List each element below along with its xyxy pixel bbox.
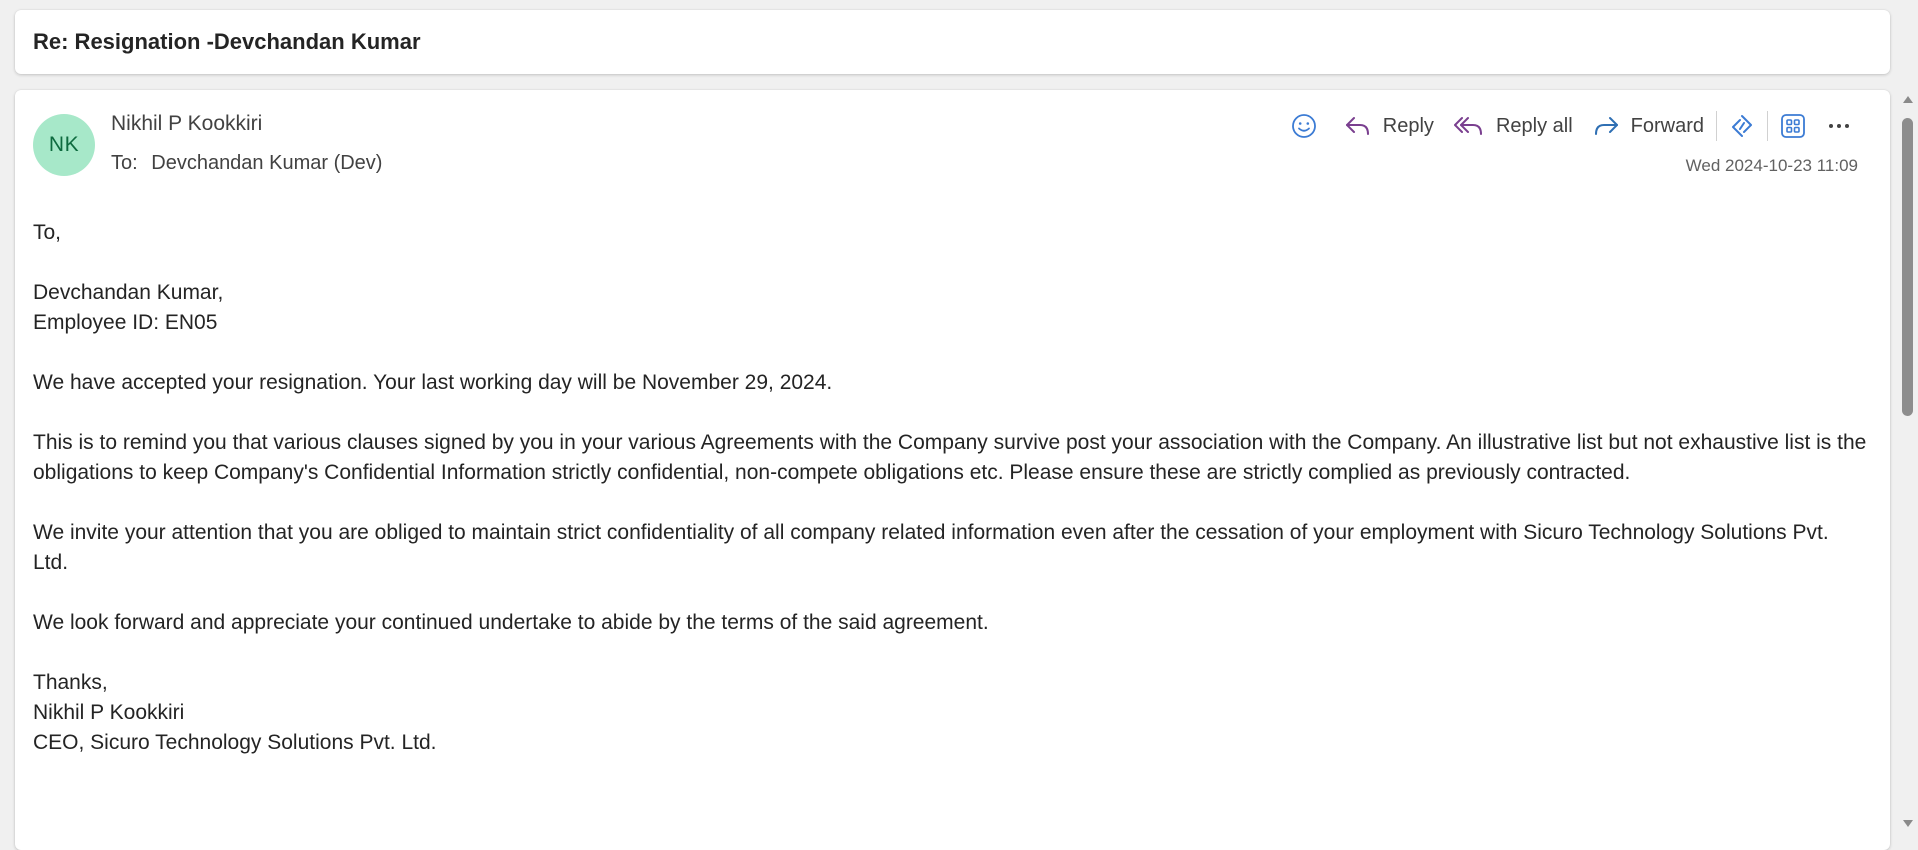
signature-name: Nikhil P Kookkiri	[33, 701, 185, 724]
sender-avatar[interactable]: NK	[33, 114, 95, 176]
scrollbar-thumb[interactable]	[1902, 118, 1913, 416]
forward-arrow-icon	[1593, 115, 1619, 137]
reply-all-button[interactable]: Reply all	[1444, 106, 1583, 146]
body-signoff: Thanks,	[33, 671, 108, 694]
message-card: NK Nikhil P Kookkiri To: Devchandan Kuma…	[15, 90, 1890, 850]
body-employee-id: Employee ID: EN05	[33, 311, 218, 334]
body-paragraph-2: This is to remind you that various claus…	[33, 431, 1867, 484]
emoji-reaction-button[interactable]	[1281, 106, 1327, 146]
vertical-scrollbar[interactable]	[1898, 90, 1918, 831]
recipient-line: To: Devchandan Kumar (Dev)	[111, 152, 382, 175]
body-paragraph-1: We have accepted your resignation. Your …	[33, 371, 833, 394]
body-recipient-name: Devchandan Kumar,	[33, 281, 224, 304]
more-dots-icon	[1826, 113, 1852, 139]
more-actions-button[interactable]	[1816, 106, 1862, 146]
email-subject: Re: Resignation -Devchandan Kumar	[33, 29, 421, 54]
to-label: To:	[111, 152, 138, 174]
scroll-up-arrow-icon[interactable]	[1903, 96, 1913, 103]
forward-button[interactable]: Forward	[1583, 106, 1714, 146]
action-divider	[1767, 111, 1768, 141]
smiley-icon	[1291, 113, 1317, 139]
message-actions: Reply Reply all Forward	[1281, 106, 1862, 146]
reply-label: Reply	[1382, 114, 1434, 137]
loop-button[interactable]	[1719, 106, 1765, 146]
reply-all-arrow-icon	[1453, 115, 1484, 137]
body-paragraph-4: We look forward and appreciate your cont…	[33, 611, 989, 634]
signature-title: CEO, Sicuro Technology Solutions Pvt. Lt…	[33, 731, 437, 754]
loop-icon	[1729, 113, 1755, 139]
body-paragraph-3: We invite your attention that you are ob…	[33, 521, 1829, 574]
body-greeting: To,	[33, 221, 62, 244]
sender-name[interactable]: Nikhil P Kookkiri	[111, 112, 262, 136]
message-body: To, Devchandan Kumar, Employee ID: EN05 …	[33, 218, 1868, 758]
message-timestamp: Wed 2024-10-23 11:09	[1685, 156, 1858, 175]
reply-all-label: Reply all	[1495, 114, 1573, 137]
apps-grid-icon	[1780, 113, 1806, 139]
reply-arrow-icon	[1345, 115, 1371, 137]
scroll-down-arrow-icon[interactable]	[1903, 820, 1913, 827]
reply-button[interactable]: Reply	[1335, 106, 1444, 146]
subject-header: Re: Resignation -Devchandan Kumar	[15, 10, 1890, 74]
action-divider	[1716, 111, 1717, 141]
avatar-initials: NK	[48, 133, 80, 156]
recipient-name[interactable]: Devchandan Kumar (Dev)	[151, 152, 382, 174]
apps-button[interactable]	[1770, 106, 1816, 146]
forward-label: Forward	[1630, 114, 1704, 137]
